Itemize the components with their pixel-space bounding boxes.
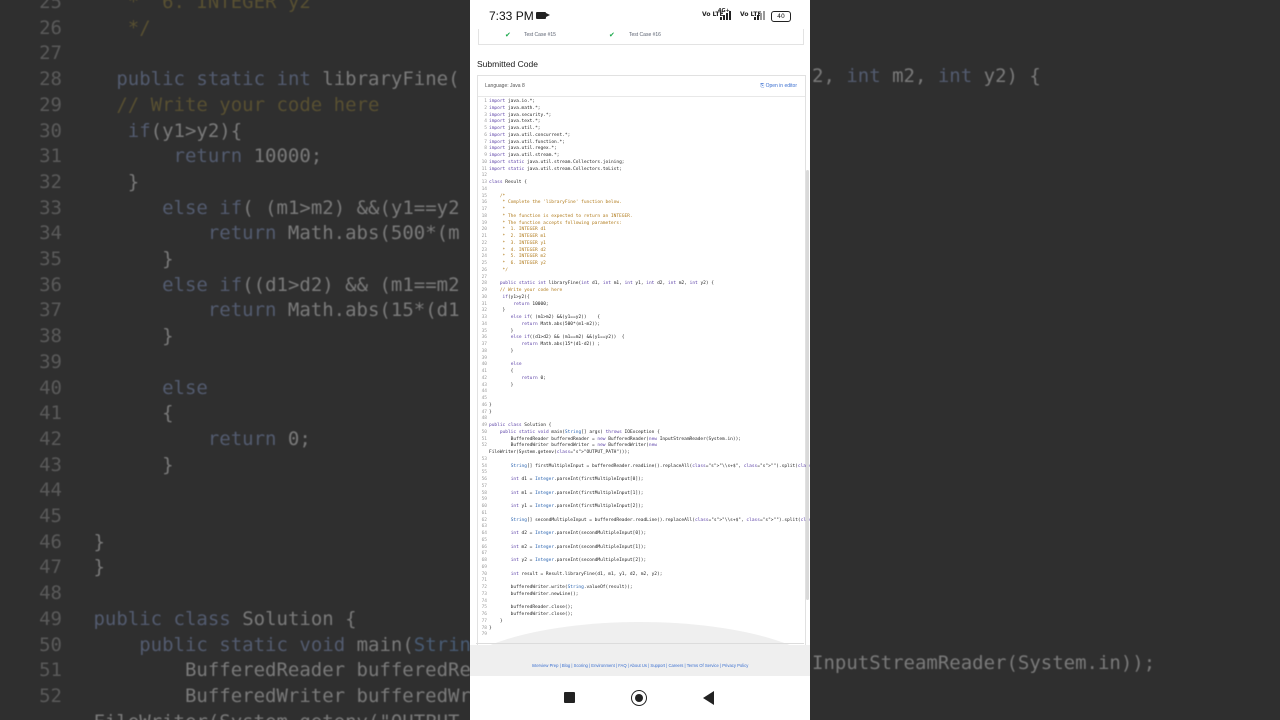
- language-label: Language: Java 8: [485, 83, 525, 89]
- code-text: }: [489, 328, 514, 334]
- code-text: * 3. INTEGER y1: [489, 240, 546, 246]
- signal-bars-icon: [720, 11, 734, 20]
- open-in-editor-label: Open in editor: [765, 83, 797, 89]
- code-text: * The function is expected to return an …: [489, 213, 633, 219]
- code-text: bufferedReader.close();: [489, 605, 573, 611]
- code-text: public class Solution {: [489, 423, 552, 428]
- code-text: /*: [489, 193, 506, 199]
- footer-divider: [476, 643, 804, 644]
- code-text: String[] secondMultipleInput = bufferedR…: [510, 517, 810, 523]
- code-text: *: [489, 207, 506, 212]
- code-text: * The function accepts following paramet…: [489, 220, 622, 226]
- check-icon: ✔: [505, 31, 511, 39]
- code-text: }: [489, 348, 514, 354]
- code-text: return 0;: [521, 375, 546, 381]
- right-shade: [810, 0, 1280, 720]
- code-text: else if((d1>d2) && (m1==m2) &&(y1==y2)) …: [510, 335, 625, 341]
- left-shade: [0, 0, 470, 720]
- code-text: int d2 = Integer.parseInt(secondMultiple…: [510, 531, 647, 536]
- android-nav-bar: [470, 676, 810, 720]
- code-text: bufferedWriter.newLine();: [489, 591, 579, 597]
- code-text: public static void main(String[] args) t…: [499, 429, 660, 435]
- code-text: class Result {: [489, 180, 527, 185]
- code-text: import java.math.*;: [489, 105, 541, 111]
- code-text: * Complete the 'libraryFine' function be…: [489, 200, 622, 206]
- code-text: {: [489, 369, 514, 374]
- recent-apps-button[interactable]: [564, 692, 575, 703]
- code-text: else if( (m1>m2) &&(y1==y2)) {: [510, 315, 601, 320]
- code-card-header: Language: Java 8 ⎘ Open in editor: [478, 76, 805, 97]
- code-text: import java.util.regex.*;: [489, 146, 557, 152]
- code-text: * 2. INTEGER m1: [489, 234, 546, 239]
- code-text: * 5. INTEGER m2: [489, 254, 546, 260]
- code-text: */: [489, 267, 508, 273]
- code-text: public static int libraryFine(int d1, in…: [499, 281, 715, 287]
- code-text: * 4. INTEGER d2: [489, 247, 546, 253]
- code-text: bufferedWriter.write(String.valueOf(resu…: [489, 585, 633, 590]
- test-case-15[interactable]: Test Case #15: [524, 32, 556, 38]
- footer-background: [470, 645, 810, 676]
- section-title: Submitted Code: [477, 59, 538, 69]
- code-text: }: [489, 402, 492, 408]
- code-text: import java.io.*;: [489, 99, 536, 104]
- code-text: int m2 = Integer.parseInt(secondMultiple…: [510, 544, 647, 550]
- code-text: BufferedWriter bufferedWriter = new Buff…: [489, 443, 658, 449]
- code-text: bufferedWriter.close();: [489, 612, 573, 617]
- code-text: import java.util.*;: [489, 126, 541, 131]
- status-time: 7:33 PM: [489, 9, 534, 23]
- test-case-16[interactable]: Test Case #16: [629, 32, 661, 38]
- phone-screen: 7:33 PM Vo LTE 4G+ Vo LTE 40 ✔ Test Case…: [470, 0, 810, 720]
- check-icon: ✔: [609, 31, 615, 39]
- code-text: if(y1>y2){: [502, 294, 530, 300]
- video-camera-icon: [536, 12, 550, 19]
- scrollbar[interactable]: [806, 170, 809, 600]
- code-text: else: [510, 362, 522, 368]
- code-text: int y2 = Integer.parseInt(secondMultiple…: [510, 558, 647, 563]
- code-text: String[] firstMultipleInput = bufferedRe…: [510, 463, 810, 469]
- code-text: BufferedReader bufferedReader = new Buff…: [489, 436, 742, 442]
- code-text: import java.security.*;: [489, 112, 552, 118]
- code-text: int m1 = Integer.parseInt(firstMultipleI…: [510, 490, 644, 496]
- code-card: Language: Java 8 ⎘ Open in editor 1 impor…: [477, 75, 810, 647]
- code-text: import java.util.concurrent.*;: [489, 132, 571, 138]
- code-text: return Math.abs(500*(m1-m2));: [521, 321, 601, 327]
- code-text: return Math.abs(15*(d1-d2)) ;: [521, 342, 601, 347]
- code-text: }: [489, 382, 514, 388]
- back-button[interactable]: [703, 691, 714, 705]
- code-text: int y1 = Integer.parseInt(firstMultipleI…: [510, 504, 644, 509]
- code-text: // Write your code here: [489, 288, 563, 293]
- code-text: import java.text.*;: [489, 119, 541, 125]
- battery-icon: 40: [771, 11, 791, 22]
- code-text: int d1 = Integer.parseInt(firstMultipleI…: [510, 477, 644, 482]
- code-text: * 6. INTEGER y2: [489, 261, 546, 266]
- code-text: import java.util.function.*;: [489, 139, 565, 145]
- code-text: FileWriter(System.getenv(class="s">"OUTP…: [489, 450, 630, 455]
- open-in-editor-link[interactable]: ⎘ Open in editor: [760, 83, 797, 89]
- code-text: return 10000;: [513, 301, 549, 307]
- code-text: import static java.util.stream.Collector…: [489, 166, 622, 172]
- footer-links[interactable]: Interview Prep | Blog | Scoring | Enviro…: [470, 663, 810, 668]
- code-text: }: [489, 625, 492, 631]
- signal-bars-icon-2: [754, 11, 768, 20]
- code-text: }: [489, 618, 503, 624]
- code-text: }: [489, 308, 506, 314]
- code-text: int result = Result.libraryFine(d1, m1, …: [510, 571, 663, 577]
- code-text: import static java.util.stream.Collector…: [489, 159, 625, 165]
- home-button[interactable]: [631, 690, 647, 706]
- test-case-row: ✔ Test Case #15 ✔ Test Case #16: [478, 29, 804, 45]
- code-text: import java.util.stream.*;: [489, 153, 560, 158]
- status-bar: 7:33 PM Vo LTE 4G+ Vo LTE 40: [470, 0, 810, 32]
- line-number: 79: [481, 632, 487, 638]
- code-text: * 1. INTEGER d1: [489, 227, 546, 233]
- code-text: }: [489, 409, 492, 415]
